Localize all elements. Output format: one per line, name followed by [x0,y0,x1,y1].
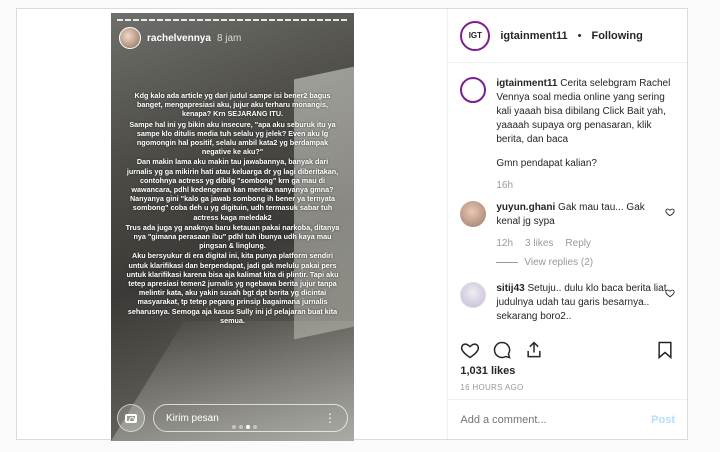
comment-item: sitij43 Setuju.. dulu klo baca berita li… [460,282,675,324]
view-replies-label: View replies (2) [524,257,594,268]
more-options-icon[interactable]: ⋮ [324,411,337,425]
story-paragraph: Aku bersyukur di era digital ini, kita p… [126,251,339,325]
caption-age: 16h [496,180,514,191]
comment-input[interactable] [460,413,631,426]
story-text: Kdg kalo ada article yg dari judul sampe… [125,91,340,326]
carousel-pager [232,425,257,429]
story-image: rachelvennya 8 jam Kdg kalo ada article … [111,13,354,441]
story-paragraph: Dan makin lama aku makin tau jawabannya,… [126,157,339,222]
comment-avatar[interactable] [460,201,487,227]
comment-like-heart-icon[interactable] [665,288,675,298]
caption-username[interactable]: igtainment11 [496,78,557,89]
reply-button[interactable]: Reply [565,237,591,251]
story-paragraph: Sampe hal ini yg bikin aku insecure, "ap… [129,119,336,157]
story-paragraph: Kdg kalo ada article yg dari judul sampe… [134,91,331,119]
account-avatar[interactable]: IGT [460,20,491,51]
comment-username[interactable]: yuyun.ghani [496,202,555,213]
following-button[interactable]: Following [591,30,642,42]
comment-likes[interactable]: 3 likes [525,237,553,251]
post-sidebar: IGT igtainment11 • Following igtainment1… [447,9,687,439]
caption: igtainment11 Cerita selebgram Rachel Ven… [460,77,675,193]
comments-list: igtainment11 Cerita selebgram Rachel Ven… [448,69,687,339]
post-header: IGT igtainment11 • Following [448,9,687,63]
caption-extra: Gmn pendapat kalian? [496,158,597,169]
account-username[interactable]: igtainment11 [500,30,567,42]
post-timestamp: 16 HOURS AGO [460,383,524,392]
view-replies-line [496,262,519,263]
pager-dot [239,425,243,429]
pager-dot [232,425,236,429]
story-progress-bar [117,19,348,21]
comment-age: 12h [496,238,514,249]
story-username: rachelvennya [147,32,211,44]
header-separator: • [577,29,582,42]
story-reply-placeholder: Kirim pesan [166,412,219,424]
share-icon[interactable] [524,340,544,360]
story-paragraph: Trus ada juga yg anaknya baru ketauan pa… [125,222,340,251]
story-avatar [119,27,141,49]
post-actions [460,339,675,361]
pager-dot [253,425,257,429]
comment-avatar[interactable] [460,282,487,308]
story-header: rachelvennya 8 jam [119,27,241,49]
pager-dot-active [246,425,250,429]
comment-like-heart-icon[interactable] [665,207,675,217]
post-card: rachelvennya 8 jam Kdg kalo ada article … [16,8,688,441]
post-media: rachelvennya 8 jam Kdg kalo ada article … [17,9,448,441]
story-time: 8 jam [216,32,242,44]
add-comment-bar: Post [448,399,687,439]
bookmark-icon[interactable] [655,340,675,360]
post-comment-button[interactable]: Post [651,414,675,426]
likes-count[interactable]: 1,031 likes [460,365,515,377]
camera-icon[interactable] [117,404,145,432]
view-replies-button[interactable]: View replies (2) [496,257,675,268]
comment-username[interactable]: sitij43 [496,283,524,294]
like-heart-icon[interactable] [460,340,480,360]
comment-bubble-icon[interactable] [492,340,512,360]
comment-item: yuyun.ghani Gak mau tau... Gak kenal jg … [460,201,675,251]
caption-avatar[interactable] [460,77,487,103]
